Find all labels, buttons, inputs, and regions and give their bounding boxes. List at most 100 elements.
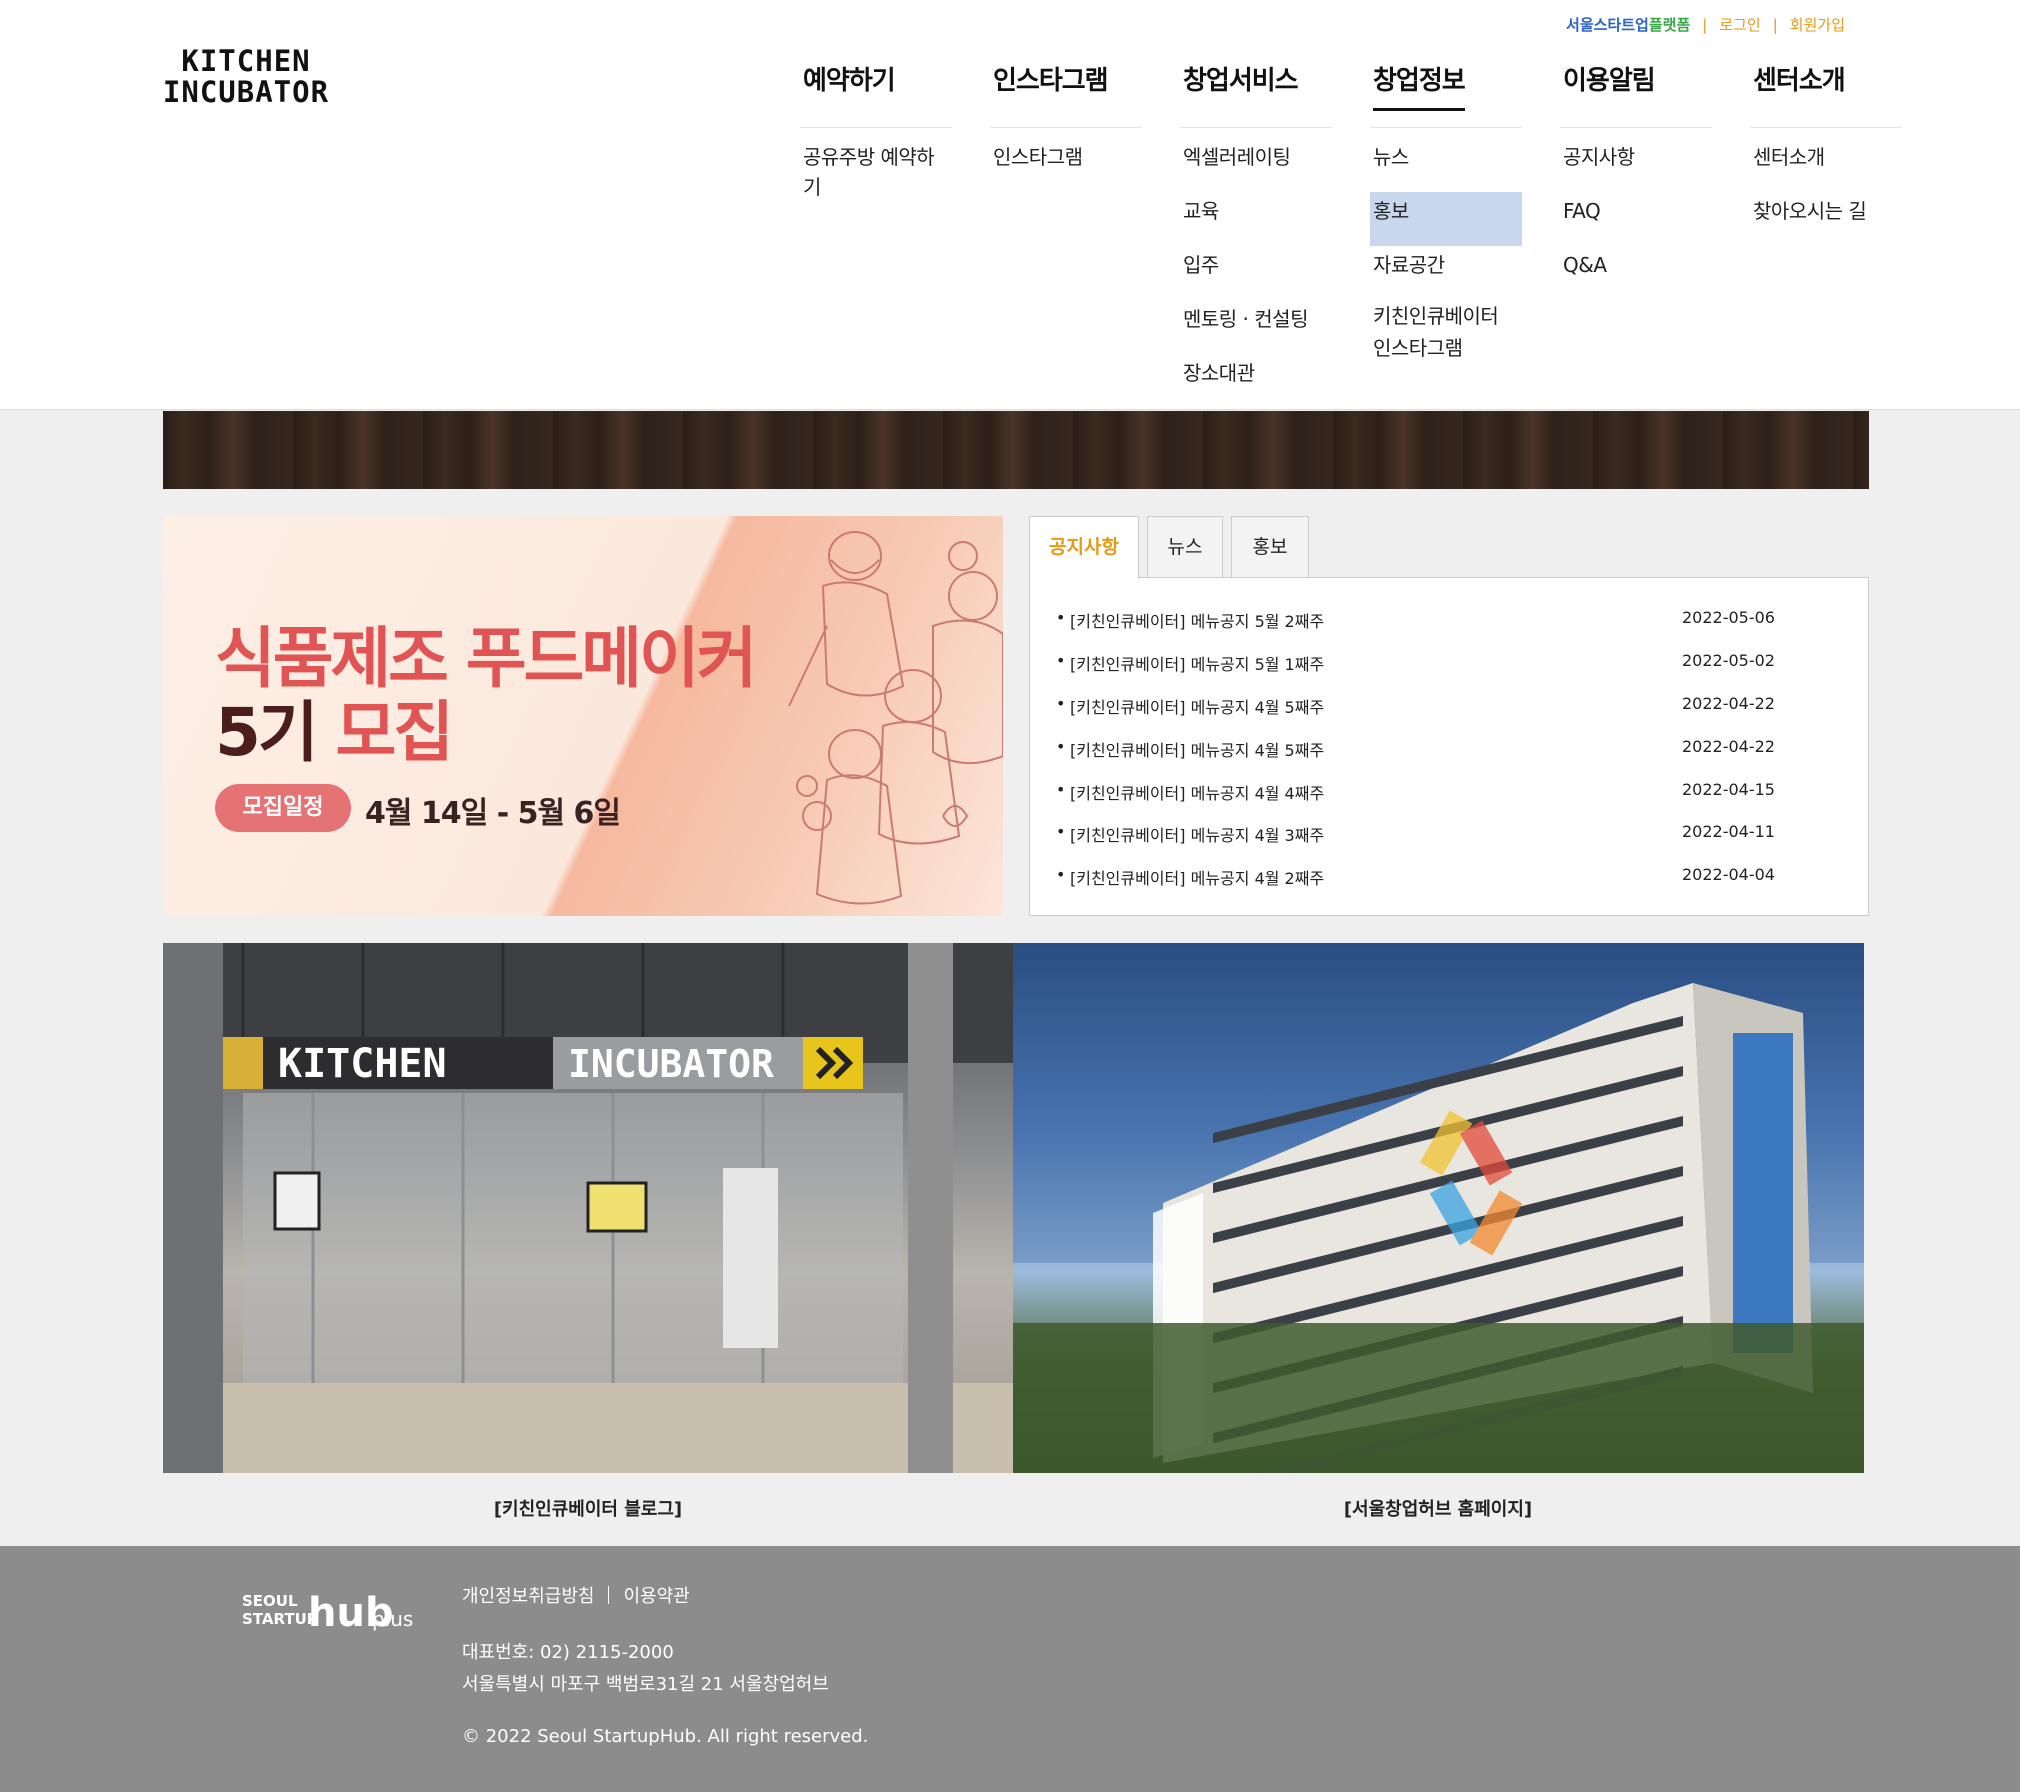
footer-logo-plus: plus — [372, 1607, 413, 1631]
notice-title: [키친인큐베이터] 메뉴공지 4월 3째주 — [1070, 826, 1325, 845]
promo-recruit: 모집 — [315, 694, 454, 771]
site-footer: SEOUL STARTUP hub plus 개인정보취급방침 이용약관 대표번… — [0, 1546, 2020, 1792]
privacy-policy-link[interactable]: 개인정보취급방침 — [462, 1582, 594, 1608]
promo-title-line2: 5기 모집 — [215, 696, 754, 770]
notice-title: [키친인큐베이터] 메뉴공지 5월 1째주 — [1070, 655, 1325, 674]
promo-schedule-badge: 모집일정 — [215, 784, 351, 832]
footer-copyright: © 2022 Seoul StartupHub. All right reser… — [462, 1726, 869, 1747]
notice-row[interactable]: • [키친인큐베이터] 메뉴공지 4월 5째주 2022-04-22 — [1056, 694, 1846, 724]
notice-date: 2022-04-04 — [1682, 865, 1775, 884]
nav-item-kitchen-reservation[interactable]: 공유주방 예약하기 — [800, 138, 952, 202]
notice-row[interactable]: • [키친인큐베이터] 메뉴공지 5월 1째주 2022-05-02 — [1056, 651, 1846, 681]
logo-line-2: INCUBATOR — [162, 75, 330, 109]
footer-logo-seoul: SEOUL — [242, 1592, 298, 1610]
site-header: KITCHEN INCUBATOR 서울스타트업플랫폼 | 로그인 | 회원가입… — [0, 0, 2020, 410]
bullet: • — [1056, 865, 1066, 884]
nav-divider — [1180, 127, 1332, 128]
notice-date: 2022-05-02 — [1682, 651, 1775, 670]
nav-item-venue-rental[interactable]: 장소대관 — [1180, 354, 1332, 408]
nav-item-news[interactable]: 뉴스 — [1370, 138, 1522, 192]
nav-title-startup-service[interactable]: 창업서비스 — [1183, 60, 1299, 97]
promo-cohort: 5기 — [215, 694, 319, 771]
footer-phone: 대표번호: 02) 2115-2000 — [462, 1642, 674, 1663]
promo-title-line1: 식품제조 푸드메이커 — [215, 620, 757, 697]
bullet: • — [1056, 737, 1066, 756]
main-nav: 예약하기 공유주방 예약하기 인스타그램 인스타그램 창업서비스 엑셀러레이팅 … — [800, 0, 1902, 410]
nav-submenu: 인스타그램 — [990, 138, 1142, 192]
notice-row[interactable]: • [키친인큐베이터] 메뉴공지 4월 5째주 2022-04-22 — [1056, 737, 1846, 767]
nav-item-accelerating[interactable]: 엑셀러레이팅 — [1180, 138, 1332, 192]
startup-hub-building-illustration — [1013, 943, 1864, 1473]
notice-title: [키친인큐베이터] 메뉴공지 5월 2째주 — [1070, 612, 1325, 631]
nav-title-notice[interactable]: 이용알림 — [1563, 60, 1656, 97]
nav-item-instagram[interactable]: 인스타그램 — [990, 138, 1142, 192]
nav-item-faq[interactable]: FAQ — [1560, 192, 1712, 246]
nav-item-education[interactable]: 교육 — [1180, 192, 1332, 246]
notice-date: 2022-04-22 — [1682, 694, 1775, 713]
bullet: • — [1056, 780, 1066, 799]
nav-item-mentoring[interactable]: 멘토링 · 컨설팅 — [1180, 300, 1332, 354]
nav-title-instagram[interactable]: 인스타그램 — [993, 60, 1109, 97]
kitchen-entrance-illustration: KITCHEN INCUBATOR — [163, 943, 1013, 1473]
footer-links: 개인정보취급방침 이용약관 — [462, 1582, 690, 1608]
nav-submenu: 공지사항 FAQ Q&A — [1560, 138, 1712, 300]
nav-divider — [800, 127, 952, 128]
sign-incubator-text: INCUBATOR — [568, 1042, 774, 1086]
notice-title: [키친인큐베이터] 메뉴공지 4월 4째주 — [1070, 784, 1325, 803]
nav-submenu: 센터소개 찾아오시는 길 — [1750, 138, 1902, 246]
bullet: • — [1056, 608, 1066, 627]
nav-item-announcements[interactable]: 공지사항 — [1560, 138, 1712, 192]
nav-title-startup-info[interactable]: 창업정보 — [1373, 60, 1466, 111]
sign-kitchen-text: KITCHEN — [278, 1041, 447, 1087]
seoul-startup-hub-photo[interactable] — [1013, 943, 1864, 1473]
food-maker-illustration — [788, 531, 1003, 905]
nav-item-label-line1: 키친인큐베이터 — [1373, 304, 1499, 328]
notice-board: 공지사항 뉴스 홍보 • [키친인큐베이터] 메뉴공지 5월 2째주 2022-… — [1029, 516, 1869, 916]
seoul-startup-hub-plus-logo: SEOUL STARTUP hub plus — [242, 1586, 432, 1650]
notice-row[interactable]: • [키친인큐베이터] 메뉴공지 4월 3째주 2022-04-11 — [1056, 822, 1846, 852]
nav-submenu: 엑셀러레이팅 교육 입주 멘토링 · 컨설팅 장소대관 — [1180, 138, 1332, 408]
board-tabs: 공지사항 뉴스 홍보 — [1029, 516, 1317, 579]
recruitment-banner[interactable]: 식품제조 푸드메이커 5기 모집 모집일정 4월 14일 - 5월 6일 — [163, 516, 1003, 916]
notice-row[interactable]: • [키친인큐베이터] 메뉴공지 4월 2째주 2022-04-04 — [1056, 865, 1846, 895]
notice-row[interactable]: • [키친인큐베이터] 메뉴공지 4월 4째주 2022-04-15 — [1056, 780, 1846, 810]
notice-date: 2022-04-15 — [1682, 780, 1775, 799]
nav-item-directions[interactable]: 찾아오시는 길 — [1750, 192, 1902, 246]
promo-title: 식품제조 푸드메이커 5기 모집 — [215, 620, 757, 770]
nav-item-promotion[interactable]: 홍보 — [1370, 192, 1522, 246]
notice-row[interactable]: • [키친인큐베이터] 메뉴공지 5월 2째주 2022-05-06 — [1056, 608, 1846, 638]
hub-homepage-caption: [서울창업허브 홈페이지] — [1343, 1499, 1533, 1520]
footer-link-divider — [608, 1586, 610, 1604]
kitchen-incubator-blog-photo[interactable]: KITCHEN INCUBATOR — [163, 943, 1013, 1473]
nav-title-reservation[interactable]: 예약하기 — [803, 60, 896, 97]
notice-title: [키친인큐베이터] 메뉴공지 4월 5째주 — [1070, 741, 1325, 760]
kitchen-incubator-logo[interactable]: KITCHEN INCUBATOR — [160, 46, 332, 108]
tab-news[interactable]: 뉴스 — [1147, 516, 1223, 578]
logo-line-1: KITCHEN — [181, 44, 311, 78]
tab-notices[interactable]: 공지사항 — [1029, 516, 1139, 579]
nav-submenu: 뉴스 홍보 자료공간 키친인큐베이터 인스타그램 — [1370, 138, 1522, 366]
terms-link[interactable]: 이용약관 — [623, 1582, 689, 1608]
nav-item-center-intro[interactable]: 센터소개 — [1750, 138, 1902, 192]
notice-date: 2022-04-22 — [1682, 737, 1775, 756]
footer-address: 서울특별시 마포구 백범로31길 21 서울창업허브 — [462, 1674, 829, 1695]
tab-promotion[interactable]: 홍보 — [1231, 516, 1309, 578]
nav-item-kitchen-instagram[interactable]: 키친인큐베이터 인스타그램 — [1370, 300, 1522, 366]
hero-banner-strip — [163, 411, 1869, 489]
nav-item-resources[interactable]: 자료공간 — [1370, 246, 1522, 300]
notice-title: [키친인큐베이터] 메뉴공지 4월 5째주 — [1070, 698, 1325, 717]
nav-divider — [1750, 127, 1902, 128]
nav-submenu: 공유주방 예약하기 — [800, 138, 952, 202]
notice-list: • [키친인큐베이터] 메뉴공지 5월 2째주 2022-05-06 • [키친… — [1029, 577, 1869, 916]
bullet: • — [1056, 822, 1066, 841]
blog-caption: [키친인큐베이터 블로그] — [493, 1499, 683, 1520]
nav-item-qna[interactable]: Q&A — [1560, 246, 1712, 300]
nav-title-about[interactable]: 센터소개 — [1753, 60, 1846, 97]
footer-logo-startup: STARTUP — [242, 1610, 318, 1628]
nav-item-residency[interactable]: 입주 — [1180, 246, 1332, 300]
bullet: • — [1056, 694, 1066, 713]
notice-title: [키친인큐베이터] 메뉴공지 4월 2째주 — [1070, 869, 1325, 888]
promo-period: 4월 14일 - 5월 6일 — [365, 796, 621, 831]
notice-date: 2022-04-11 — [1682, 822, 1775, 841]
nav-item-label-line2: 인스타그램 — [1373, 336, 1463, 360]
